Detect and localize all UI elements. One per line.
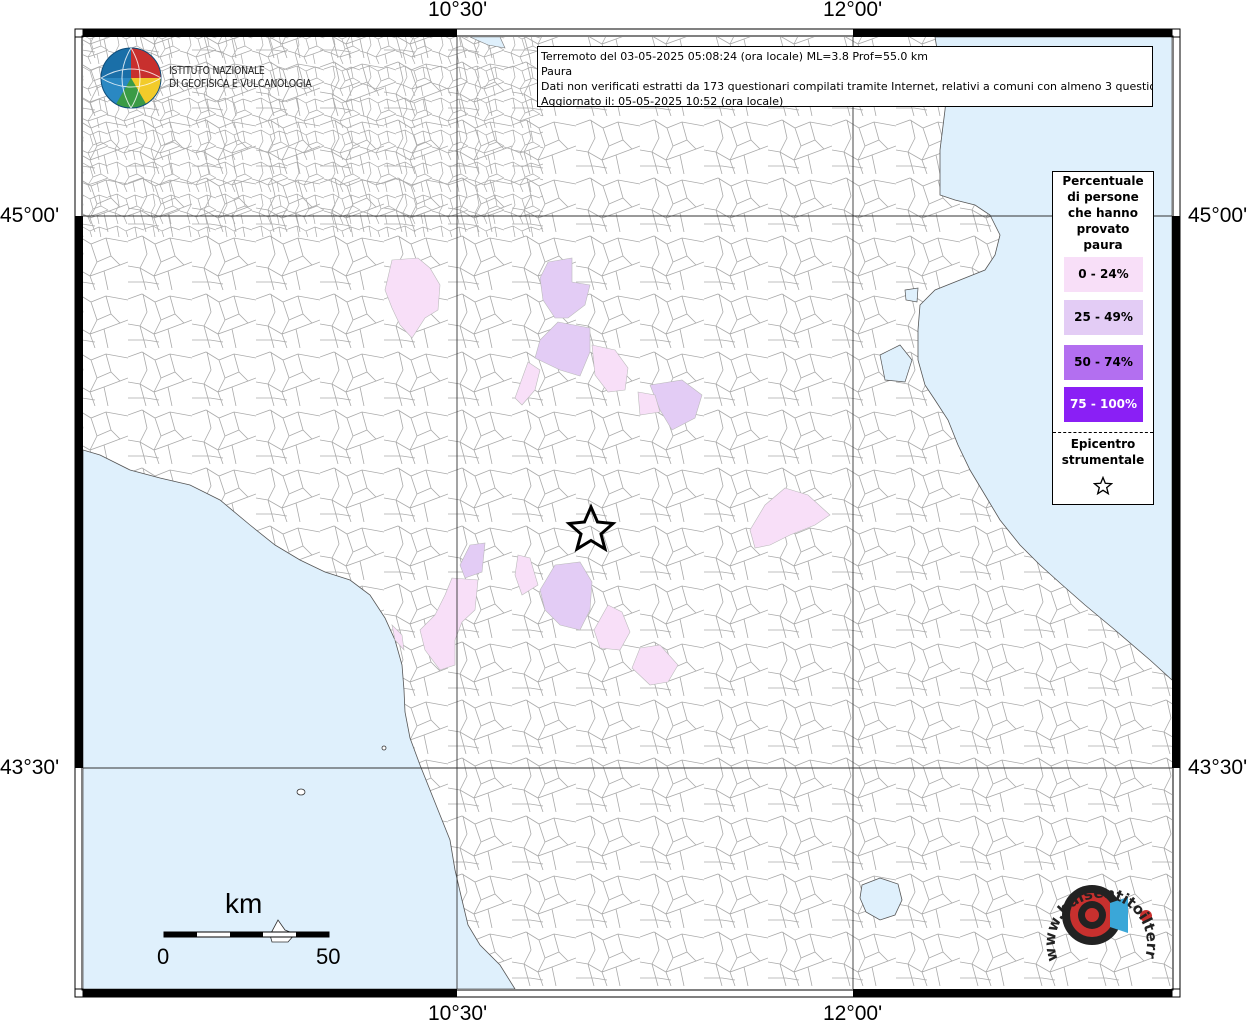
legend-title-line: Percentuale [1062,174,1144,188]
axis-top-label-2: 12°00' [823,0,883,21]
scale-end: 50 [316,944,341,969]
watermark-logo-text: www.haisentitoilterremoto.it [1030,850,1161,963]
axis-left-label-1: 45°00' [0,204,60,227]
axis-right-label-2: 43°30' [1188,756,1248,779]
svg-text:www.haisentitoilterremoto.it: www.haisentitoilterremoto.it [1030,850,1161,963]
legend-item-25-49: 25 - 49% [1064,300,1143,335]
axis-left-label-2: 43°30' [0,756,60,779]
info-updated: Aggiornato il: 05-05-2025 10:52 (ora loc… [541,95,784,107]
ingv-globe-icon [100,47,162,109]
legend-epicenter-line: strumentale [1061,453,1145,467]
axis-top-label-1: 10°30' [428,0,488,21]
legend-title-line: di persone [1067,190,1139,204]
watermark-text: www.haisentitoilterremoto.it [1030,850,1161,963]
lagoon-small [904,287,919,303]
star-icon [1093,476,1113,496]
legend-title-line: che hanno [1068,206,1138,220]
legend: Percentuale di persone che hanno provato… [1052,171,1154,505]
legend-item-75-100: 75 - 100% [1064,387,1143,422]
legend-title-line: provato [1076,222,1130,236]
ingv-logo-line1: ISTITUTO NAZIONALE [169,64,265,77]
info-event-line: Terremoto del 03-05-2025 05:08:24 (ora l… [541,50,929,63]
info-box: Terremoto del 03-05-2025 05:08:24 (ora l… [537,46,1153,107]
legend-title-line: paura [1083,238,1123,252]
ingv-logo-text: ISTITUTO NAZIONALE DI GEOFISICA E VULCAN… [169,64,312,90]
info-data-note: Dati non verificati estratti da 173 ques… [541,80,1153,93]
axis-bottom-label-1: 10°30' [428,1002,488,1025]
legend-title: Percentuale di persone che hanno provato… [1053,173,1153,253]
legend-item-0-24: 0 - 24% [1064,257,1143,292]
legend-epicenter-label: Epicentro strumentale [1053,436,1153,468]
axis-bottom-label-2: 12°00' [823,1002,883,1025]
ingv-logo-line2: DI GEOFISICA E VULCANOLOGIA [169,77,312,90]
scale-unit: km [225,888,263,919]
island-small [296,788,306,796]
legend-epicenter-line: Epicentro [1070,437,1136,451]
info-parameter-line: Paura [541,65,573,78]
legend-item-50-74: 50 - 74% [1064,345,1143,380]
axis-right-label-1: 45°00' [1188,204,1248,227]
island-tiny [381,745,387,751]
scale-bar [163,931,330,938]
legend-separator [1053,432,1153,433]
scale-start: 0 [157,944,170,969]
